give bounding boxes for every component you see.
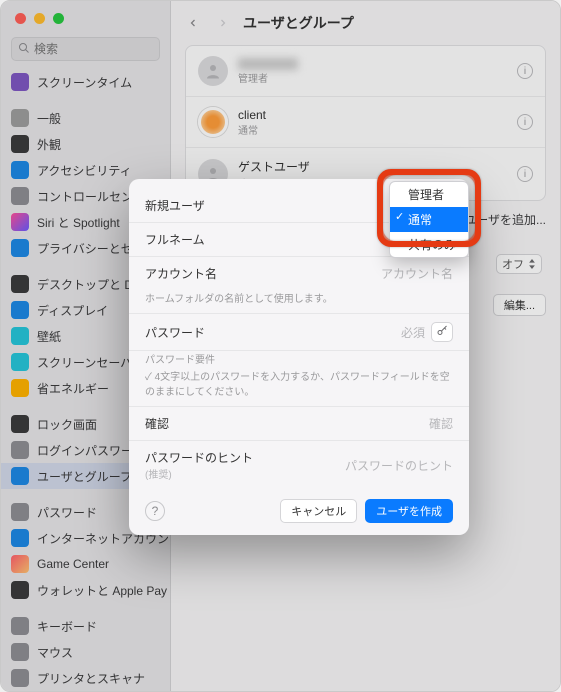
key-icon <box>436 325 448 340</box>
system-settings-window: スクリーンタイム一般外観アクセシビリティコントロールセンターSiri と Spo… <box>0 0 561 692</box>
help-button[interactable]: ? <box>145 501 165 521</box>
password-label: パスワード <box>145 324 205 341</box>
password-input[interactable]: 必須 <box>401 324 425 341</box>
fullname-label: フルネーム <box>145 231 205 248</box>
new-user-label: 新規ユーザ <box>145 197 205 214</box>
user-type-dropdown: 管理者通常共有のみ <box>389 181 469 258</box>
hint-label: パスワードのヒント <box>145 451 253 465</box>
password-req-text: ✓ 4文字以上のパスワードを入力するか、パスワードフィールドを空のままにしてくだ… <box>145 368 453 398</box>
hint-sub: (推奨) <box>145 470 172 481</box>
account-name-input[interactable]: アカウント名 <box>381 265 453 282</box>
confirm-input[interactable]: 確認 <box>429 415 453 432</box>
confirm-label: 確認 <box>145 415 169 432</box>
cancel-button[interactable]: キャンセル <box>280 499 357 523</box>
create-user-button[interactable]: ユーザを作成 <box>365 499 453 523</box>
password-assistant-button[interactable] <box>431 322 453 342</box>
dropdown-option[interactable]: 共有のみ <box>390 232 468 257</box>
dropdown-option[interactable]: 通常 <box>390 207 468 232</box>
dropdown-option[interactable]: 管理者 <box>390 182 468 207</box>
hint-input[interactable]: パスワードのヒント <box>345 457 453 474</box>
password-req-title: パスワード要件 <box>145 351 453 366</box>
account-name-hint: ホームフォルダの名前として使用します。 <box>129 290 469 314</box>
account-name-label: アカウント名 <box>145 265 217 282</box>
